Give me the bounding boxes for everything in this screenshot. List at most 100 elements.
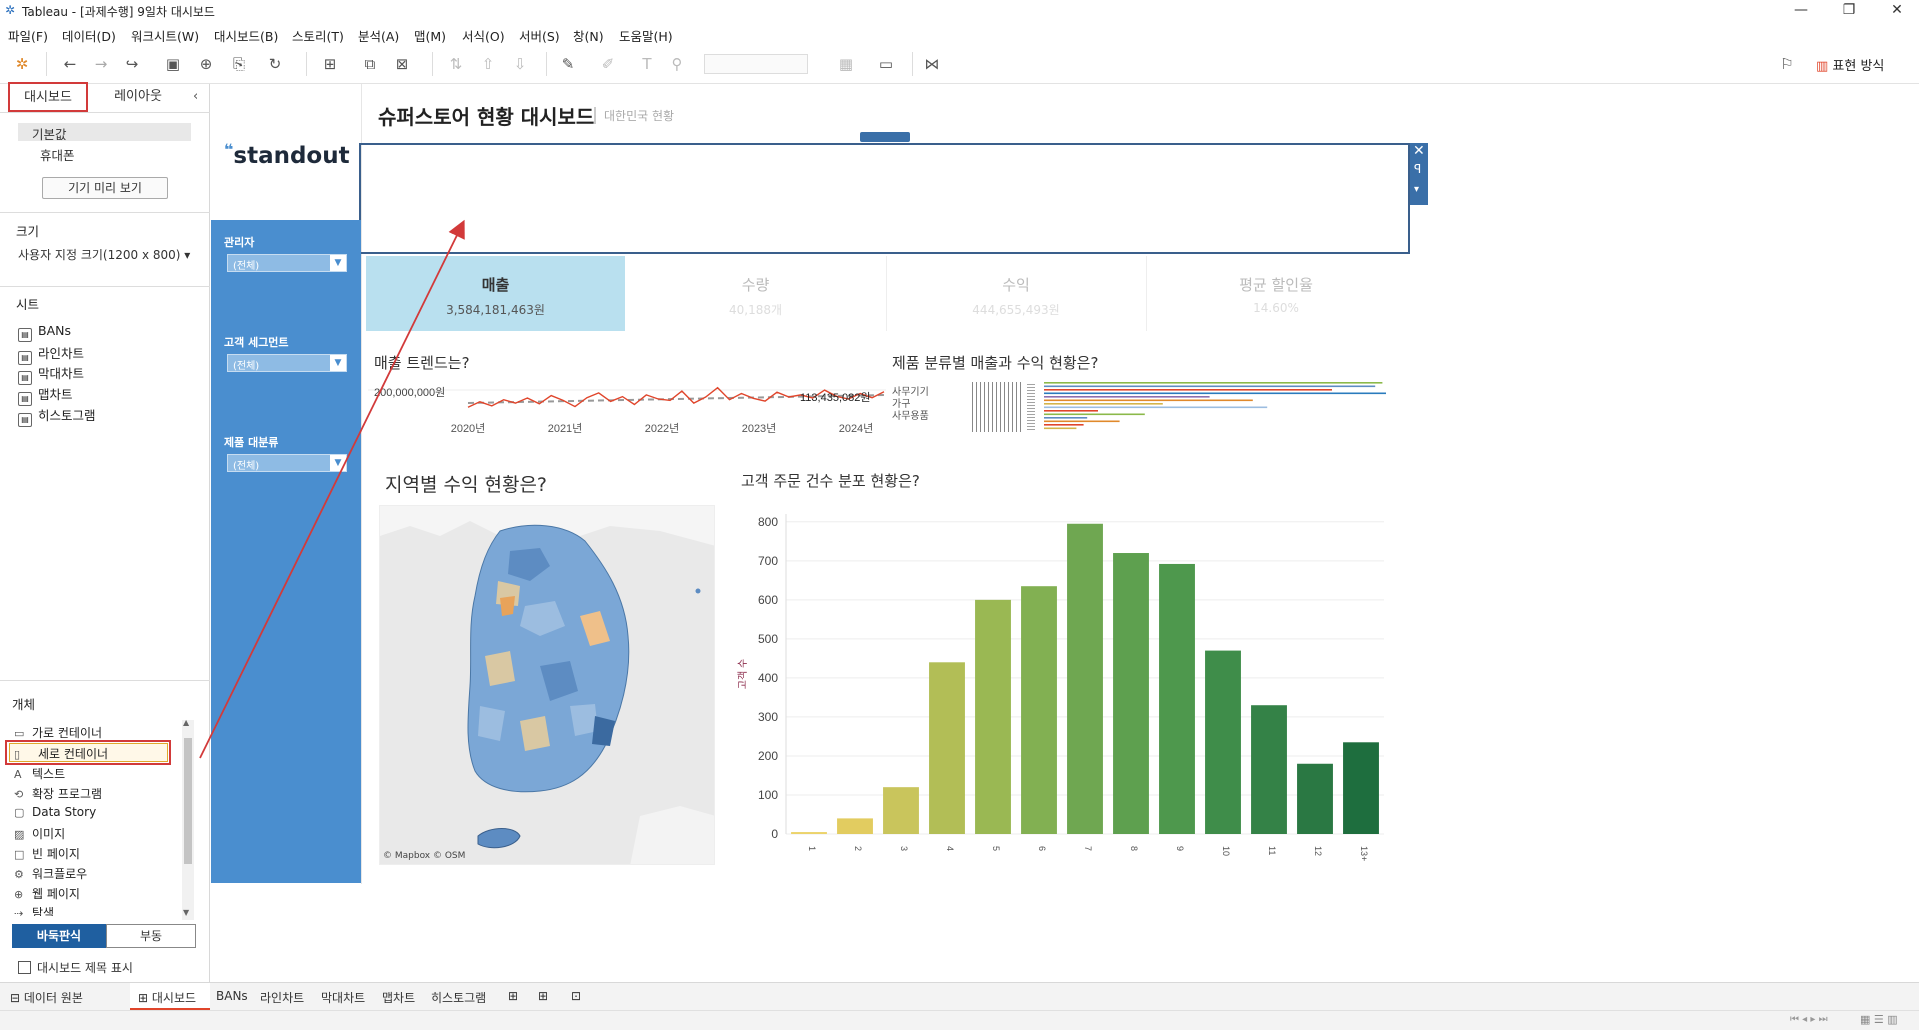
menu-story[interactable]: 스토리(T) (292, 26, 344, 45)
pin-card-icon[interactable]: ⚐ (1777, 54, 1797, 74)
new-story-icon[interactable]: ⊡ (571, 989, 581, 1003)
tab-dashboard-sheet[interactable]: ⊞ 대시보드 (138, 989, 196, 1006)
histogram-bar[interactable] (883, 787, 919, 834)
object-navigation[interactable]: ⇢ 탐색 (14, 904, 54, 916)
pause-updates-icon[interactable]: ⎘ (229, 54, 249, 74)
device-preview-button[interactable]: 기기 미리 보기 (42, 177, 168, 199)
scroll-up-icon[interactable]: ▲ (183, 718, 189, 727)
group-icon[interactable]: ✐ (598, 54, 618, 74)
histogram-bar[interactable] (929, 662, 965, 834)
object-vertical-container[interactable]: ▯ 세로 컨테이너 (14, 745, 108, 762)
menu-analysis[interactable]: 분석(A) (358, 26, 399, 45)
new-dashboard-icon[interactable]: ⊞ (538, 989, 548, 1003)
object-data-story[interactable]: ▢ Data Story (14, 805, 96, 819)
menu-worksheet[interactable]: 워크시트(W) (131, 26, 199, 45)
close-icon[interactable]: ✕ (1882, 2, 1912, 20)
save-icon[interactable]: ▣ (163, 54, 183, 74)
tiled-button[interactable]: 바둑판식 (12, 924, 106, 948)
histogram-bar[interactable] (837, 818, 873, 834)
sort-desc-icon[interactable]: ⇩ (510, 54, 530, 74)
scroll-down-icon[interactable]: ▼ (183, 908, 189, 917)
menu-data[interactable]: 데이터(D) (62, 26, 116, 45)
ban-profit[interactable]: 수익 444,655,493원 (886, 256, 1145, 331)
tab-histogram[interactable]: 히스토그램 (431, 989, 486, 1006)
new-worksheet-icon[interactable]: ⊞ (508, 989, 518, 1003)
sheet-item[interactable]: ▤ 히스토그램 (18, 405, 96, 427)
menu-map[interactable]: 맵(M) (414, 26, 446, 45)
highlight-icon[interactable]: ✎ (558, 54, 578, 74)
show-title-checkbox[interactable] (18, 961, 31, 974)
object-text[interactable]: A 텍스트 (14, 765, 65, 782)
histogram-bar[interactable] (791, 832, 827, 834)
tab-bar-chart[interactable]: 막대차트 (321, 989, 365, 1006)
show-cards-icon[interactable]: ▦ (836, 54, 856, 74)
ban-discount[interactable]: 평균 할인율 14.60% (1146, 256, 1405, 331)
share-icon[interactable]: ⋈ (922, 54, 942, 74)
sheet-item[interactable]: ▤ BANs (18, 323, 71, 342)
duplicate-sheet-icon[interactable]: ⧉ (360, 54, 380, 74)
clear-sheet-icon[interactable]: ⊠ (392, 54, 412, 74)
view-mode-icons[interactable]: ▦ ☰ ▥ (1860, 1013, 1898, 1026)
size-dropdown[interactable]: 사용자 지정 크기(1200 x 800) ▾ (18, 246, 190, 263)
undo-icon[interactable]: ← (60, 54, 80, 74)
sort-asc-icon[interactable]: ⇧ (478, 54, 498, 74)
tab-layout[interactable]: 레이아웃 (98, 84, 178, 112)
presentation-mode-icon[interactable]: ▭ (876, 54, 896, 74)
device-phone[interactable]: 휴대폰 (40, 145, 75, 164)
replay-icon[interactable]: ↪ (122, 54, 142, 74)
show-me-button[interactable]: ▥ 표현 방식 (1816, 55, 1884, 74)
object-blank[interactable]: □ 빈 페이지 (14, 845, 80, 862)
floating-button[interactable]: 부동 (106, 924, 196, 948)
tab-bans[interactable]: BANs (216, 989, 248, 1003)
object-web-page[interactable]: ⊕ 웹 페이지 (14, 885, 80, 902)
object-workflow[interactable]: ⚙ 워크플로우 (14, 865, 87, 882)
labels-icon[interactable]: T (637, 54, 657, 74)
objects-scrollbar[interactable]: ▲ ▼ (182, 718, 194, 920)
category-chart[interactable]: 사무기기 가구 사무용품 (892, 380, 1402, 436)
navigation-arrows-icon[interactable]: ⏮ ◂ ▸ ⏭ (1790, 1014, 1828, 1025)
histogram-bar[interactable] (1067, 523, 1103, 834)
histogram-bar[interactable] (1297, 763, 1333, 834)
menu-file[interactable]: 파일(F) (8, 26, 48, 45)
restore-icon[interactable]: ❐ (1834, 2, 1864, 20)
collapse-pane-icon[interactable]: ‹ (193, 89, 198, 104)
sheet-item[interactable]: ▤ 라인차트 (18, 343, 84, 365)
menu-help[interactable]: 도움말(H) (619, 26, 673, 45)
histogram-bar[interactable] (975, 599, 1011, 834)
pin-container-icon[interactable]: ꟼ (1414, 162, 1421, 176)
histogram-bar[interactable] (1113, 553, 1149, 834)
tab-dashboard[interactable]: 대시보드 (8, 82, 88, 112)
new-sheet-icon[interactable]: ⊞ (320, 54, 340, 74)
histogram-bar[interactable] (1343, 742, 1379, 834)
sheet-item[interactable]: ▤ 맵차트 (18, 384, 73, 406)
customer-order-histogram[interactable]: 0100200300400500600700800고객 수1 2 3 4 5 6 7 8 9 10… (736, 500, 1392, 868)
tab-map-chart[interactable]: 맵차트 (382, 989, 415, 1006)
show-title-checkbox-row[interactable]: 대시보드 제목 표시 (18, 959, 133, 976)
tab-data-source[interactable]: ⊟ 데이터 원본 (10, 989, 83, 1006)
histogram-bar[interactable] (1021, 586, 1057, 834)
pin-icon[interactable]: ⚲ (667, 54, 687, 74)
object-horizontal-container[interactable]: ▭ 가로 컨테이너 (14, 724, 102, 741)
histogram-bar[interactable] (1251, 705, 1287, 834)
sheet-item[interactable]: ▤ 막대차트 (18, 363, 84, 385)
minimize-icon[interactable]: — (1786, 2, 1816, 20)
refresh-icon[interactable]: ↻ (265, 54, 285, 74)
vertical-container-placeholder[interactable] (359, 143, 1410, 254)
tableau-home-icon[interactable]: ✲ (12, 54, 32, 74)
histogram-bar[interactable] (1205, 650, 1241, 834)
scrollbar-thumb[interactable] (184, 738, 192, 864)
menu-format[interactable]: 서식(O) (462, 26, 505, 45)
remove-container-icon[interactable]: ✕ (1413, 143, 1425, 159)
device-default[interactable]: 기본값 (32, 124, 67, 143)
swap-icon[interactable]: ⇅ (446, 54, 466, 74)
fit-dropdown[interactable] (704, 54, 808, 74)
histogram-bar[interactable] (1159, 563, 1195, 834)
object-extension[interactable]: ⟲ 확장 프로그램 (14, 785, 102, 802)
container-move-handle[interactable] (860, 132, 910, 142)
menu-dashboard[interactable]: 대시보드(B) (214, 26, 278, 45)
ban-quantity[interactable]: 수량 40,188개 (626, 256, 885, 331)
tab-line-chart[interactable]: 라인차트 (260, 989, 304, 1006)
menu-server[interactable]: 서버(S) (519, 26, 560, 45)
container-more-icon[interactable]: ▾ (1414, 184, 1419, 195)
redo-icon[interactable]: → (91, 54, 111, 74)
